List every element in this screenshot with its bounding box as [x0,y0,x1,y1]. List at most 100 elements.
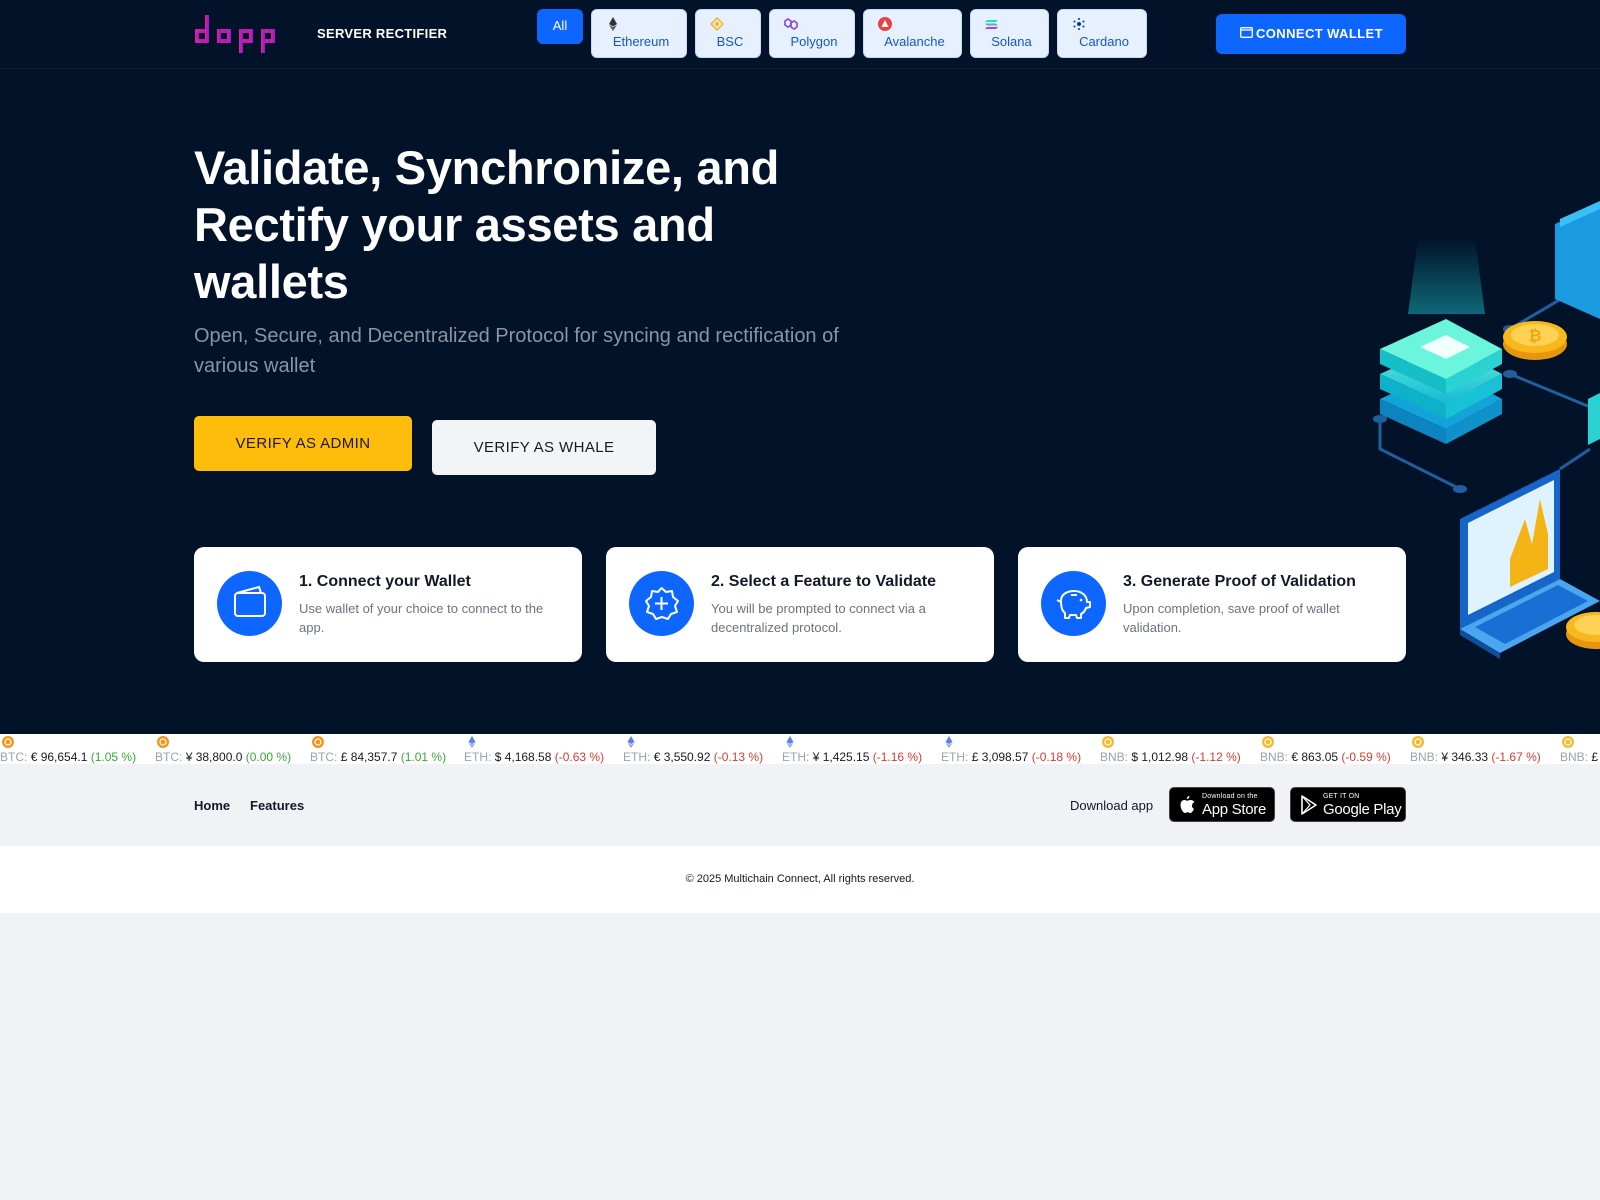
step-card-select: 2. Select a Feature to Validate You will… [606,547,994,662]
step-card-connect: 1. Connect your Wallet Use wallet of you… [194,547,582,662]
google-play-button[interactable]: GET IT ON Google Play [1290,787,1406,822]
app-store-label: App Store [1202,801,1267,818]
chain-tab-avalanche[interactable]: Avalanche [863,9,962,58]
connect-wallet-button[interactable]: CONNECT WALLET [1216,14,1406,54]
ticker-line: ETH: $ 4,168.58 (-0.63 %) [464,750,604,764]
footer-link-features[interactable]: Features [250,798,304,813]
hero-subtitle: Open, Secure, and Decentralized Protocol… [194,325,839,377]
piggy-bank-icon [1056,590,1091,619]
download-app-label: Download app [1070,798,1154,813]
step-title: 2. Select a Feature to Validate [711,573,936,590]
ticker-price: £ [1591,750,1599,764]
btc-coin-icon [2,736,14,748]
eth-coin-icon [468,736,476,748]
solana-icon [985,20,998,29]
chain-tab-all[interactable]: All [537,9,583,44]
ticker-price: £ 84,357.7 [340,750,398,764]
app-store-button[interactable]: Download on the App Store [1169,787,1275,822]
ticker-symbol: ETH: [941,750,969,764]
ticker-change: (-0.63 %) [554,750,605,764]
app-store-caption: Download on the [1202,793,1258,800]
chain-tab-label: Solana [991,34,1032,49]
copyright-bar: © 2025 Multichain Connect, All rights re… [0,846,1600,913]
step-icon-badge [217,571,282,636]
svg-text:₿: ₿ [1528,327,1541,345]
eth-coin-icon [945,736,953,748]
ticker-symbol: BNB: [1100,750,1129,764]
dapp-logo[interactable] [193,12,285,56]
step-description: Upon completion, save proof of wallet va… [1123,601,1340,635]
ticker-price: £ 3,098.57 [971,750,1029,764]
brand-name: SERVER RECTIFIER [317,26,448,41]
ticker-line: BNB: $ 1,012.98 (-1.12 %) [1100,750,1241,764]
ticker-change: (1.01 %) [400,750,447,764]
bnb-coin-icon [1262,736,1274,748]
chain-tab-label: Ethereum [612,34,670,49]
step-description: Use wallet of your choice to connect to … [299,601,544,635]
ticker-change: (-1.16 %) [872,750,923,764]
chain-tab-solana[interactable]: Solana [970,9,1049,58]
top-nav: SERVER RECTIFIER All Ethereum BSC Polygo… [0,0,1600,69]
ticker-change: (-0.18 %) [1031,750,1082,764]
ticker-symbol: BNB: [1560,750,1589,764]
ticker-line: BTC: £ 84,357.7 (1.01 %) [310,750,446,764]
google-play-label: Google Play [1323,801,1402,818]
connect-wallet-label: CONNECT WALLET [1256,26,1383,41]
btc-coin-icon [157,736,169,748]
google-play-caption: GET IT ON [1323,793,1360,800]
ticker-symbol: BNB: [1410,750,1439,764]
ticker-line: BNB: € 863.05 (-0.59 %) [1260,750,1391,764]
ticker-change: (-1.67 %) [1491,750,1541,764]
verify-admin-button[interactable]: VERIFY AS ADMIN [194,416,412,471]
ticker-price: $ 4,168.58 [494,750,552,764]
ticker-price: ¥ 38,800.0 [185,750,243,764]
eth-coin-icon [627,736,635,748]
ticker-line: ETH: € 3,550.92 (-0.13 %) [623,750,763,764]
hero-section: Validate, Synchronize, and Rectify your … [0,69,1600,734]
bnb-coin-icon [1102,736,1114,748]
wallet-icon [1240,27,1253,38]
ticker-symbol: BNB: [1260,750,1289,764]
step-icon-badge [629,571,694,636]
chain-tab-cardano[interactable]: Cardano [1057,9,1147,58]
eth-coin-icon [786,736,794,748]
ticker-price: € 96,654.1 [30,750,88,764]
hero-title: Validate, Synchronize, and Rectify your … [194,141,780,308]
ticker-symbol: BTC: [310,750,338,764]
bnb-coin-icon [1412,736,1424,748]
ticker-price: $ 1,012.98 [1131,750,1189,764]
wallet-icon [234,585,266,617]
ticker-symbol: BTC: [0,750,28,764]
ticker-price: € 3,550.92 [653,750,711,764]
chain-tab-polygon[interactable]: Polygon [769,9,855,58]
chain-tab-ethereum[interactable]: Ethereum [591,9,687,58]
ticker-symbol: ETH: [782,750,810,764]
ticker-symbol: ETH: [623,750,651,764]
ticker-line: BTC: ¥ 38,800.0 (0.00 %) [155,750,291,764]
ticker-price: ¥ 346.33 [1441,750,1489,764]
chain-tab-bsc[interactable]: BSC [695,9,761,58]
footer-link-home[interactable]: Home [194,798,230,813]
footer: Home Features Download app Download on t… [0,764,1600,846]
ticker-change: (-0.13 %) [713,750,764,764]
chain-tab-label: All [552,18,568,33]
btc-coin-icon [312,736,324,748]
chain-tab-label: Polygon [790,34,838,49]
chain-tab-label: BSC [716,34,744,49]
polygon-icon [784,18,798,30]
apple-icon [1180,796,1195,813]
chain-tab-label: Cardano [1079,34,1129,49]
verify-whale-button[interactable]: VERIFY AS WHALE [432,420,656,475]
ticker-price: € 863.05 [1291,750,1339,764]
chain-tab-label: Avalanche [884,34,945,49]
price-ticker[interactable]: BTC: € 96,654.1 (1.05 %) BTC: ¥ 38,800.0 … [0,734,1600,764]
ticker-line: BTC: € 96,654.1 (1.05 %) [0,750,136,764]
step-card-proof: 3. Generate Proof of Validation Upon com… [1018,547,1406,662]
ethereum-icon [609,17,617,31]
avalanche-icon [878,17,892,31]
step-title: 3. Generate Proof of Validation [1123,573,1356,590]
ticker-change: (0.00 %) [245,750,292,764]
step-icon-badge [1041,571,1106,636]
google-play-icon [1301,795,1317,815]
cardano-icon [1073,18,1085,30]
